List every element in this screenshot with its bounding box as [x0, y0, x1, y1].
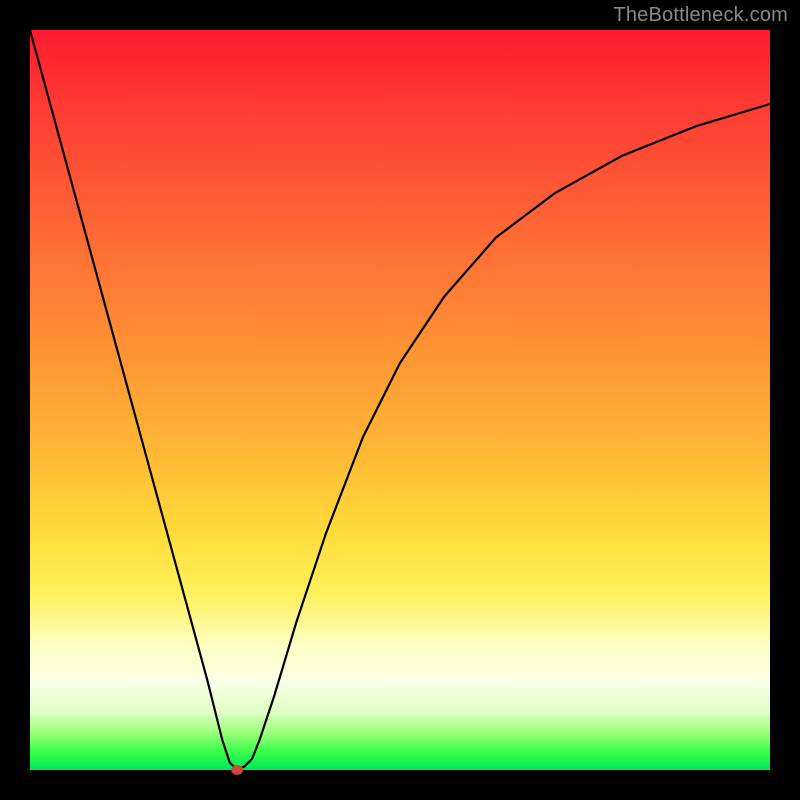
minimum-marker — [231, 765, 243, 775]
figure-root: TheBottleneck.com — [0, 0, 800, 800]
plot-svg — [30, 30, 770, 770]
plot-frame — [30, 30, 770, 770]
watermark-text: TheBottleneck.com — [613, 4, 788, 27]
series-line — [30, 30, 770, 770]
